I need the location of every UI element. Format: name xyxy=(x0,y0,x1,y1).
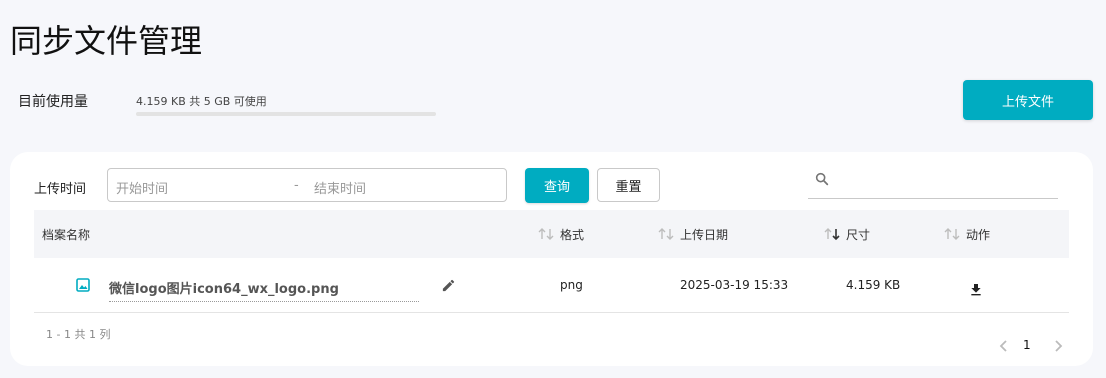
file-table-card: 上传时间 开始时间 - 结束时间 查询 重置 档案名称 格式 上传日期 尺寸 动… xyxy=(10,152,1093,366)
file-size: 4.159 KB xyxy=(846,278,901,292)
date-range-picker[interactable]: 开始时间 - 结束时间 xyxy=(107,168,507,202)
pagination-info: 1 - 1 共 1 列 xyxy=(46,328,111,341)
end-date-input[interactable]: 结束时间 xyxy=(314,178,366,197)
file-format: png xyxy=(560,278,583,292)
query-button[interactable]: 查询 xyxy=(525,168,589,203)
sort-desc-icon[interactable] xyxy=(824,227,840,241)
column-header-upload-date[interactable]: 上传日期 xyxy=(680,226,728,243)
reset-button[interactable]: 重置 xyxy=(597,168,660,202)
column-header-name[interactable]: 档案名称 xyxy=(42,226,90,243)
page-title: 同步文件管理 xyxy=(10,22,203,60)
sort-icon[interactable] xyxy=(538,227,554,241)
chevron-right-icon[interactable] xyxy=(1052,339,1064,353)
upload-file-button[interactable]: 上传文件 xyxy=(963,80,1093,120)
date-range-separator: - xyxy=(294,178,299,193)
chevron-left-icon[interactable] xyxy=(998,339,1010,353)
download-icon[interactable] xyxy=(968,282,984,298)
usage-bar xyxy=(136,112,436,116)
pagination-current-page[interactable]: 1 xyxy=(1023,338,1031,352)
column-header-action: 动作 xyxy=(966,228,991,242)
search-box xyxy=(808,168,1058,199)
image-file-icon xyxy=(76,278,90,292)
upload-time-label: 上传时间 xyxy=(34,182,87,197)
start-date-input[interactable]: 开始时间 xyxy=(116,178,168,197)
table-row: 微信logo图片icon64_wx_logo.png png 2025-03-1… xyxy=(34,258,1069,313)
edit-icon[interactable] xyxy=(441,278,456,293)
usage-label: 目前使用量 xyxy=(18,94,88,110)
search-icon xyxy=(815,172,829,186)
table-header: 档案名称 格式 上传日期 尺寸 动作 xyxy=(34,210,1069,258)
sort-icon[interactable] xyxy=(658,227,674,241)
file-name[interactable]: 微信logo图片icon64_wx_logo.png xyxy=(109,278,419,302)
sort-icon[interactable] xyxy=(944,227,960,241)
usage-text: 4.159 KB 共 5 GB 可使用 xyxy=(136,95,267,108)
search-input[interactable] xyxy=(838,170,1054,196)
column-header-format[interactable]: 格式 xyxy=(560,226,584,243)
column-header-size[interactable]: 尺寸 xyxy=(846,226,870,243)
file-upload-date: 2025-03-19 15:33 xyxy=(680,278,789,292)
